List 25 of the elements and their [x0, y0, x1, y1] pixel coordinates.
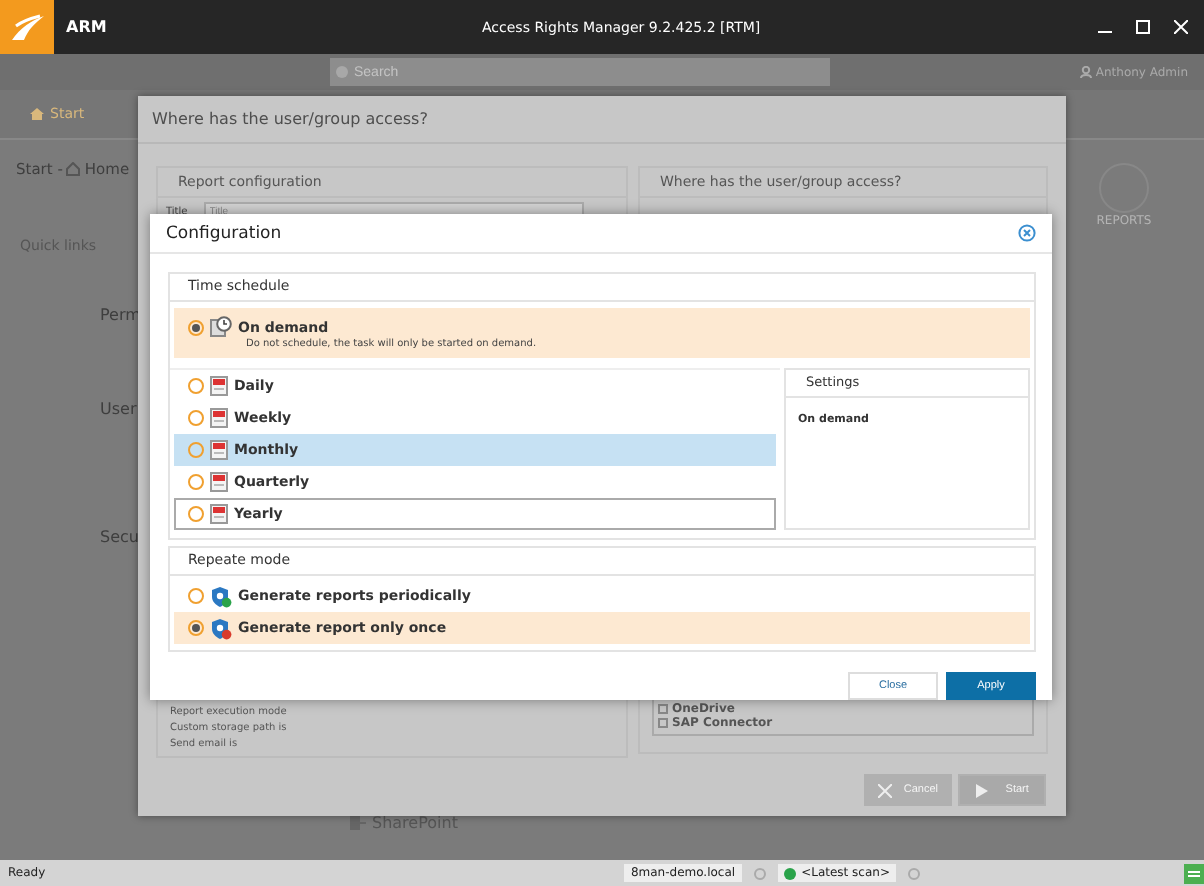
- calendar-icon: [210, 472, 228, 492]
- connection-icon: [1184, 863, 1204, 883]
- section-heading: Secu: [100, 528, 139, 546]
- clock-icon: [210, 316, 232, 338]
- play-icon: [975, 783, 988, 797]
- close-button[interactable]: [1018, 224, 1036, 242]
- home-icon: [30, 108, 44, 120]
- maximize-icon[interactable]: [1136, 20, 1150, 34]
- shield-cross-icon: [210, 617, 232, 639]
- dialog-title: Where has the user/group access?: [152, 110, 428, 128]
- calendar-icon: [210, 440, 228, 460]
- close-icon[interactable]: [1174, 20, 1188, 34]
- logo-icon: [9, 13, 45, 41]
- user-icon: [1079, 66, 1092, 78]
- calendar-icon: [210, 376, 228, 396]
- cross-icon: [877, 783, 892, 797]
- calendar-icon: [210, 408, 228, 428]
- section-heading: User: [100, 400, 137, 418]
- home-icon: [66, 162, 81, 176]
- dialog-title: Configuration: [166, 223, 282, 243]
- calendar-icon: [210, 504, 228, 524]
- app-name: ARM: [66, 18, 109, 36]
- radio-button[interactable]: [188, 319, 204, 335]
- sharepoint-icon: [350, 816, 366, 830]
- shield-check-icon: [210, 585, 232, 607]
